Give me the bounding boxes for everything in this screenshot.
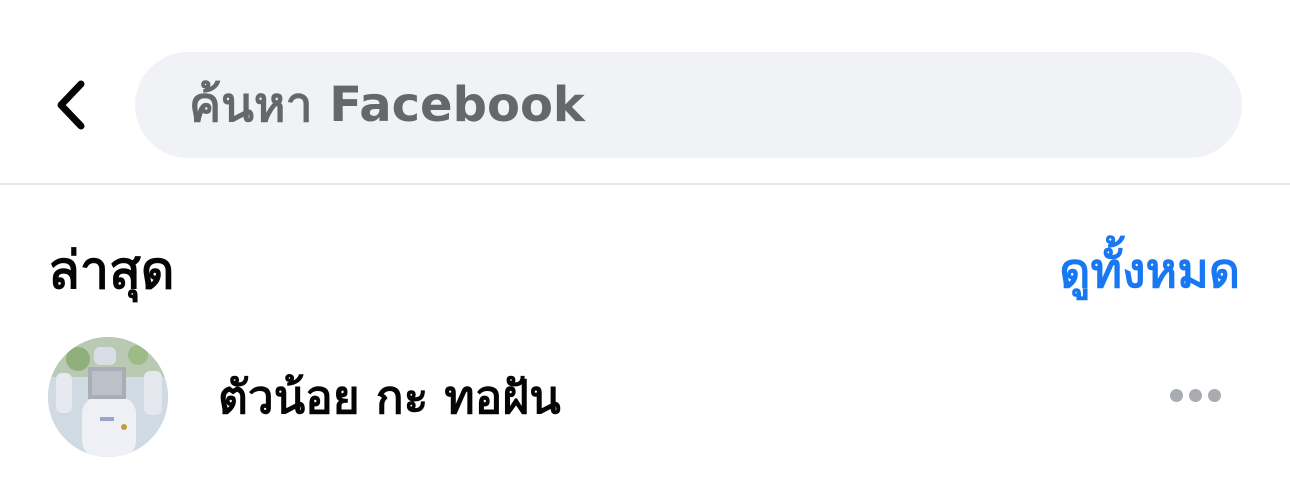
more-options-button[interactable]	[1160, 378, 1230, 418]
more-horizontal-icon	[1167, 389, 1224, 407]
see-all-link[interactable]: ดูทั้งหมด	[1059, 238, 1240, 304]
profile-photo	[48, 337, 168, 457]
avatar[interactable]	[48, 337, 168, 457]
recent-item-name[interactable]: ตัวน้อย กะ ทอฝัน	[218, 364, 561, 430]
recent-search-item[interactable]: ตัวน้อย กะ ทอฝัน	[0, 330, 1290, 470]
back-button[interactable]	[40, 72, 100, 138]
search-bar[interactable]	[135, 52, 1242, 158]
chevron-left-icon	[57, 80, 85, 130]
header-divider	[0, 183, 1290, 185]
search-header	[0, 0, 1290, 183]
search-input[interactable]	[187, 76, 1242, 134]
recent-section-title: ล่าสุด	[48, 241, 175, 301]
